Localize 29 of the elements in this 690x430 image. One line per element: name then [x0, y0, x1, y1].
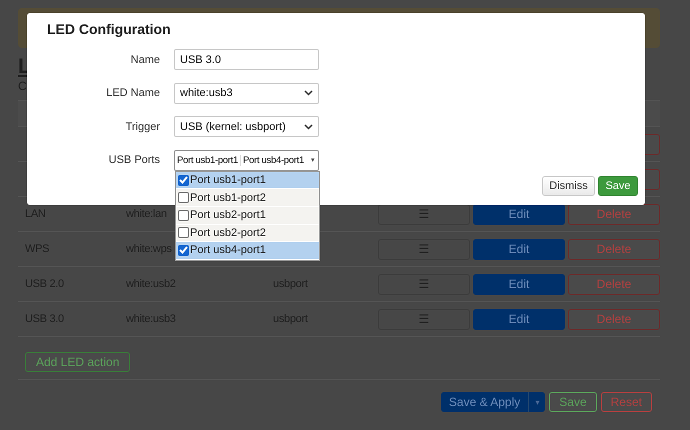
modal-title: LED Configuration: [47, 21, 172, 39]
checkbox[interactable]: [178, 244, 189, 256]
checkbox[interactable]: [178, 227, 189, 238]
checkbox[interactable]: [178, 174, 189, 186]
field-label: Name: [130, 54, 160, 66]
dropdown-option[interactable]: Port usb1-port2: [176, 189, 319, 207]
checkbox[interactable]: [178, 210, 189, 221]
dropdown-option[interactable]: Port usb4-port1: [176, 242, 319, 260]
field-label: USB Ports: [108, 154, 160, 166]
save-apply-button[interactable]: Save & Apply: [440, 392, 530, 412]
select-field[interactable]: USB (kernel: usbport): [174, 116, 319, 138]
edit-button[interactable]: Edit: [473, 204, 565, 224]
name-field[interactable]: USB 3.0: [174, 49, 319, 70]
chevron-down-icon: [304, 90, 313, 96]
dismiss-button[interactable]: Dismiss: [542, 176, 595, 196]
select-field[interactable]: white:usb3: [174, 82, 319, 104]
edit-button[interactable]: Edit: [473, 274, 565, 294]
field-label: LED Name: [105, 87, 160, 100]
dropdown-option[interactable]: Port usb2-port2: [176, 224, 319, 242]
dropdown-toggle[interactable]: ▾: [529, 392, 546, 412]
add-action-button[interactable]: Add LED action: [25, 352, 130, 372]
edit-button[interactable]: Edit: [473, 238, 565, 260]
edit-button[interactable]: Edit: [473, 308, 565, 330]
field-label: Trigger: [124, 120, 160, 133]
save-button[interactable]: Save: [549, 392, 597, 412]
checkbox[interactable]: [178, 192, 189, 204]
chevron-down-icon: [304, 124, 313, 130]
dropdown-option[interactable]: Port usb1-port1: [176, 172, 319, 190]
save-button[interactable]: Save: [598, 176, 638, 196]
